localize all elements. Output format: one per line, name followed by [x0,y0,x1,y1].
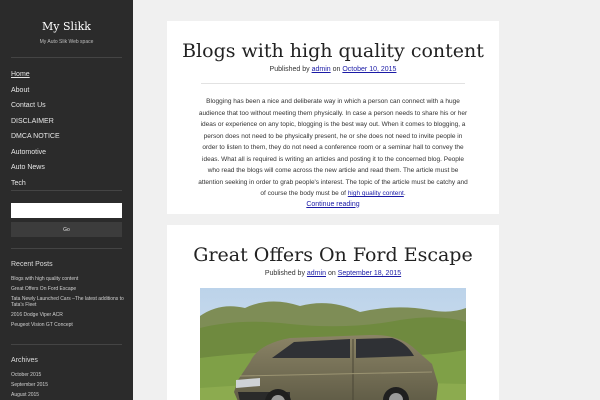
post-excerpt-end: . [403,190,406,197]
nav-item-disclaimer[interactable]: DISCLAIMER [11,117,122,133]
post-date-link[interactable]: October 10, 2015 [342,66,396,73]
archives-heading: Archives [11,357,38,364]
post-title-text[interactable]: Great Offers On Ford Escape [193,244,472,266]
recent-post-link[interactable]: Peugeot Vision GT Concept [11,322,73,328]
recent-post-item[interactable]: Tata Newly Launched Cars –The latest add… [11,296,126,308]
nav-item-automotive[interactable]: Automotive [11,148,122,164]
archive-link[interactable]: August 2015 [11,392,39,398]
post-date-link[interactable]: September 18, 2015 [338,270,401,277]
nav-item-home[interactable]: Home [11,70,122,86]
archives-list: October 2015 September 2015 August 2015 [11,372,48,400]
archive-link[interactable]: September 2015 [11,382,48,388]
post-title-text[interactable]: Blogs with high quality content [182,40,484,62]
post-card: Great Offers On Ford Escape Published by… [167,225,499,400]
on-label: on [332,66,341,73]
archive-item[interactable]: August 2015 [11,392,48,400]
post-author-link[interactable]: admin [312,66,331,73]
nav-item-about[interactable]: About [11,86,122,102]
archive-link[interactable]: October 2015 [11,372,41,378]
archive-item[interactable]: September 2015 [11,382,48,392]
nav-link-dmca[interactable]: DMCA NOTICE [11,133,60,140]
nav-link-home[interactable]: Home [11,71,30,78]
ford-escape-photo[interactable] [200,288,466,400]
sidebar: My Slikk My Auto Slik Web space Home Abo… [0,0,133,400]
post-title[interactable]: Blogs with high quality content [167,40,499,62]
recent-post-link[interactable]: Blogs with high quality content [11,276,78,282]
recent-post-link[interactable]: Tata Newly Launched Cars –The latest add… [11,296,124,308]
main-nav: Home About Contact Us DISCLAIMER DMCA NO… [11,70,122,194]
recent-post-item[interactable]: Peugeot Vision GT Concept [11,322,126,328]
recent-posts-heading: Recent Posts [11,261,53,268]
archive-item[interactable]: October 2015 [11,372,48,382]
recent-posts-list: Blogs with high quality content Great Of… [11,276,126,332]
post-meta: Published by admin on October 10, 2015 [167,66,499,73]
nav-link-tech[interactable]: Tech [11,180,26,187]
post-author-link[interactable]: admin [307,270,326,277]
post-excerpt-text: Blogging has been a nice and deliberate … [198,98,468,197]
post-card: Blogs with high quality content Publishe… [167,21,499,214]
published-by-label: Published by [264,270,305,277]
sidebar-divider [11,190,122,191]
nav-item-auto-news[interactable]: Auto News [11,163,122,179]
continue-reading-link[interactable]: Continue reading [167,201,499,208]
high-quality-content-link[interactable]: high quality content [348,190,404,197]
site-title[interactable]: My Slikk [0,20,133,33]
nav-link-disclaimer[interactable]: DISCLAIMER [11,118,54,125]
post-meta: Published by admin on September 18, 2015 [167,270,499,277]
published-by-label: Published by [269,66,310,73]
search-input[interactable] [11,203,122,218]
recent-post-link[interactable]: Great Offers On Ford Escape [11,286,76,292]
sidebar-divider [11,344,122,345]
sidebar-divider [11,57,122,58]
post-excerpt: Blogging has been a nice and deliberate … [197,96,469,200]
post-divider [201,83,465,84]
recent-post-item[interactable]: Great Offers On Ford Escape [11,286,126,292]
on-label: on [327,270,336,277]
recent-post-link[interactable]: 2016 Dodge Viper ACR [11,312,63,318]
recent-post-item[interactable]: Blogs with high quality content [11,276,126,282]
nav-link-about[interactable]: About [11,87,29,94]
nav-link-auto-news[interactable]: Auto News [11,164,45,171]
post-title[interactable]: Great Offers On Ford Escape [167,244,499,266]
search-go-button[interactable]: Go [11,222,122,237]
recent-post-item[interactable]: 2016 Dodge Viper ACR [11,312,126,318]
nav-item-tech[interactable]: Tech [11,179,122,195]
nav-link-automotive[interactable]: Automotive [11,149,46,156]
nav-item-contact[interactable]: Contact Us [11,101,122,117]
site-description: My Auto Slik Web space [39,39,94,45]
nav-item-dmca[interactable]: DMCA NOTICE [11,132,122,148]
sidebar-divider [11,248,122,249]
nav-link-contact[interactable]: Contact Us [11,102,46,109]
